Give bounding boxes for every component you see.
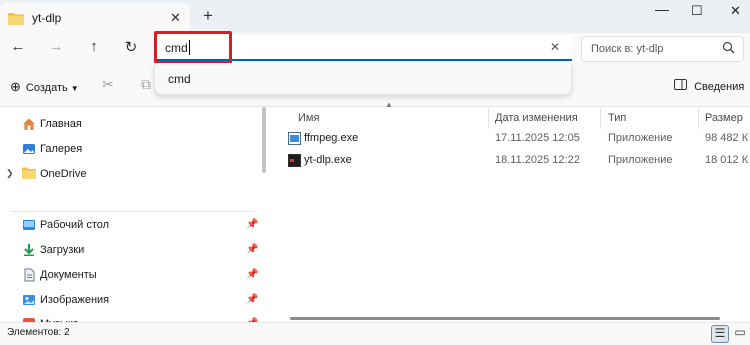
horizontal-scrollbar[interactable] (290, 317, 720, 320)
sidebar-item-label: Загрузки (40, 244, 85, 256)
create-label: Создать (25, 82, 68, 94)
back-arrow-icon[interactable]: ← (6, 38, 30, 60)
gallery-icon (22, 142, 36, 159)
details-pane-icon (674, 79, 690, 93)
search-placeholder: Поиск в: yt-dlp (591, 43, 664, 55)
minimize-icon[interactable]: — (655, 1, 669, 17)
column-header-date[interactable]: Дата изменения (495, 112, 578, 124)
forward-arrow-icon[interactable]: → (44, 38, 68, 60)
tiles-view-icon[interactable]: ▭ (731, 325, 749, 343)
clear-icon[interactable]: ✕ (550, 40, 560, 54)
column-header-type[interactable]: Тип (608, 112, 626, 124)
copy-icon[interactable]: ⧉ (141, 76, 151, 93)
search-icon (722, 41, 735, 57)
details-button[interactable]: Сведения (674, 79, 744, 93)
status-bar: Элементов: 2 ☰ ▭ (0, 322, 750, 345)
annotation-highlight-box (154, 31, 232, 64)
exe-file-icon (288, 154, 301, 170)
file-list: ▲ Имя Дата изменения Тип Размер ffmpeg.e… (270, 100, 750, 322)
table-row[interactable]: ffmpeg.exe 17.11.2025 12:05 Приложение 9… (270, 128, 750, 150)
search-input[interactable]: Поиск в: yt-dlp (581, 36, 744, 62)
file-size: 18 012 К (705, 154, 749, 166)
create-button[interactable]: ⊕ Создать ▼ (10, 79, 79, 95)
file-name: ffmpeg.exe (304, 132, 359, 144)
pin-icon[interactable]: 📌 (246, 219, 258, 230)
tab-yt-dlp[interactable]: yt-dlp ✕ (0, 3, 190, 33)
sidebar-item-documents[interactable]: Документы 📌 (0, 266, 268, 286)
file-name: yt-dlp.exe (304, 154, 352, 166)
column-separator[interactable] (698, 107, 699, 129)
pictures-icon (22, 293, 36, 310)
desktop-icon (22, 218, 36, 235)
pin-icon[interactable]: 📌 (246, 244, 258, 255)
window-close-icon[interactable]: ✕ (730, 3, 741, 19)
sidebar-item-label: Изображения (40, 294, 110, 306)
pin-icon[interactable]: 📌 (246, 294, 258, 305)
column-separator[interactable] (488, 107, 489, 129)
address-suggestion-dropdown: cmd (154, 63, 572, 95)
home-icon (22, 117, 36, 134)
sidebar-divider (10, 211, 255, 212)
sidebar-scrollbar[interactable] (262, 107, 266, 173)
sidebar-item-label: OneDrive (40, 168, 87, 180)
suggestion-item[interactable]: cmd (168, 72, 191, 86)
sidebar-item-downloads[interactable]: Загрузки 📌 (0, 241, 268, 261)
documents-icon (22, 268, 36, 285)
cut-icon[interactable]: ✂ (102, 76, 114, 93)
file-size: 98 482 К (705, 132, 749, 144)
close-icon[interactable]: ✕ (170, 10, 181, 26)
navigation-pane: Главная Галерея ❯ OneDrive Рабочий стол … (0, 107, 268, 330)
folder-icon (22, 167, 36, 182)
refresh-icon[interactable]: ↻ (119, 38, 143, 60)
sidebar-item-desktop[interactable]: Рабочий стол 📌 (0, 216, 268, 236)
details-view-icon[interactable]: ☰ (711, 325, 729, 343)
pin-icon[interactable]: 📌 (246, 269, 258, 280)
file-date: 18.11.2025 12:22 (495, 154, 580, 166)
details-label: Сведения (694, 81, 745, 93)
column-header-size[interactable]: Размер (705, 112, 743, 124)
new-tab-button[interactable]: + (203, 6, 213, 26)
up-arrow-icon[interactable]: ↑ (82, 38, 106, 60)
title-bar: yt-dlp ✕ + — ☐ ✕ (0, 0, 750, 33)
folder-icon (8, 12, 24, 28)
address-bar-row: ← → ↑ ↻ cmd ✕ Поиск в: yt-dlp (0, 33, 750, 65)
download-icon (22, 243, 36, 260)
file-type: Приложение (608, 132, 673, 144)
file-type: Приложение (608, 154, 673, 166)
chevron-right-icon[interactable]: ❯ (6, 168, 14, 179)
plus-icon: ⊕ (10, 79, 21, 94)
table-row[interactable]: yt-dlp.exe 18.11.2025 12:22 Приложение 1… (270, 150, 750, 172)
sidebar-item-home[interactable]: Главная (0, 115, 268, 135)
maximize-icon[interactable]: ☐ (691, 3, 703, 19)
column-separator[interactable] (600, 107, 601, 129)
sidebar-item-pictures[interactable]: Изображения 📌 (0, 291, 268, 311)
chevron-down-icon: ▼ (70, 84, 79, 93)
sidebar-item-label: Главная (40, 118, 82, 130)
column-header-name[interactable]: Имя (298, 112, 319, 124)
sidebar-item-gallery[interactable]: Галерея (0, 140, 268, 160)
tab-title: yt-dlp (32, 11, 62, 25)
sidebar-item-onedrive[interactable]: ❯ OneDrive (0, 165, 268, 185)
sort-ascending-icon: ▲ (385, 100, 393, 109)
sidebar-item-label: Документы (40, 269, 97, 281)
sidebar-item-label: Галерея (40, 143, 83, 155)
file-date: 17.11.2025 12:05 (495, 132, 580, 144)
items-count: Элементов: 2 (7, 327, 70, 338)
exe-file-icon (288, 132, 301, 148)
sidebar-item-label: Рабочий стол (40, 219, 110, 231)
